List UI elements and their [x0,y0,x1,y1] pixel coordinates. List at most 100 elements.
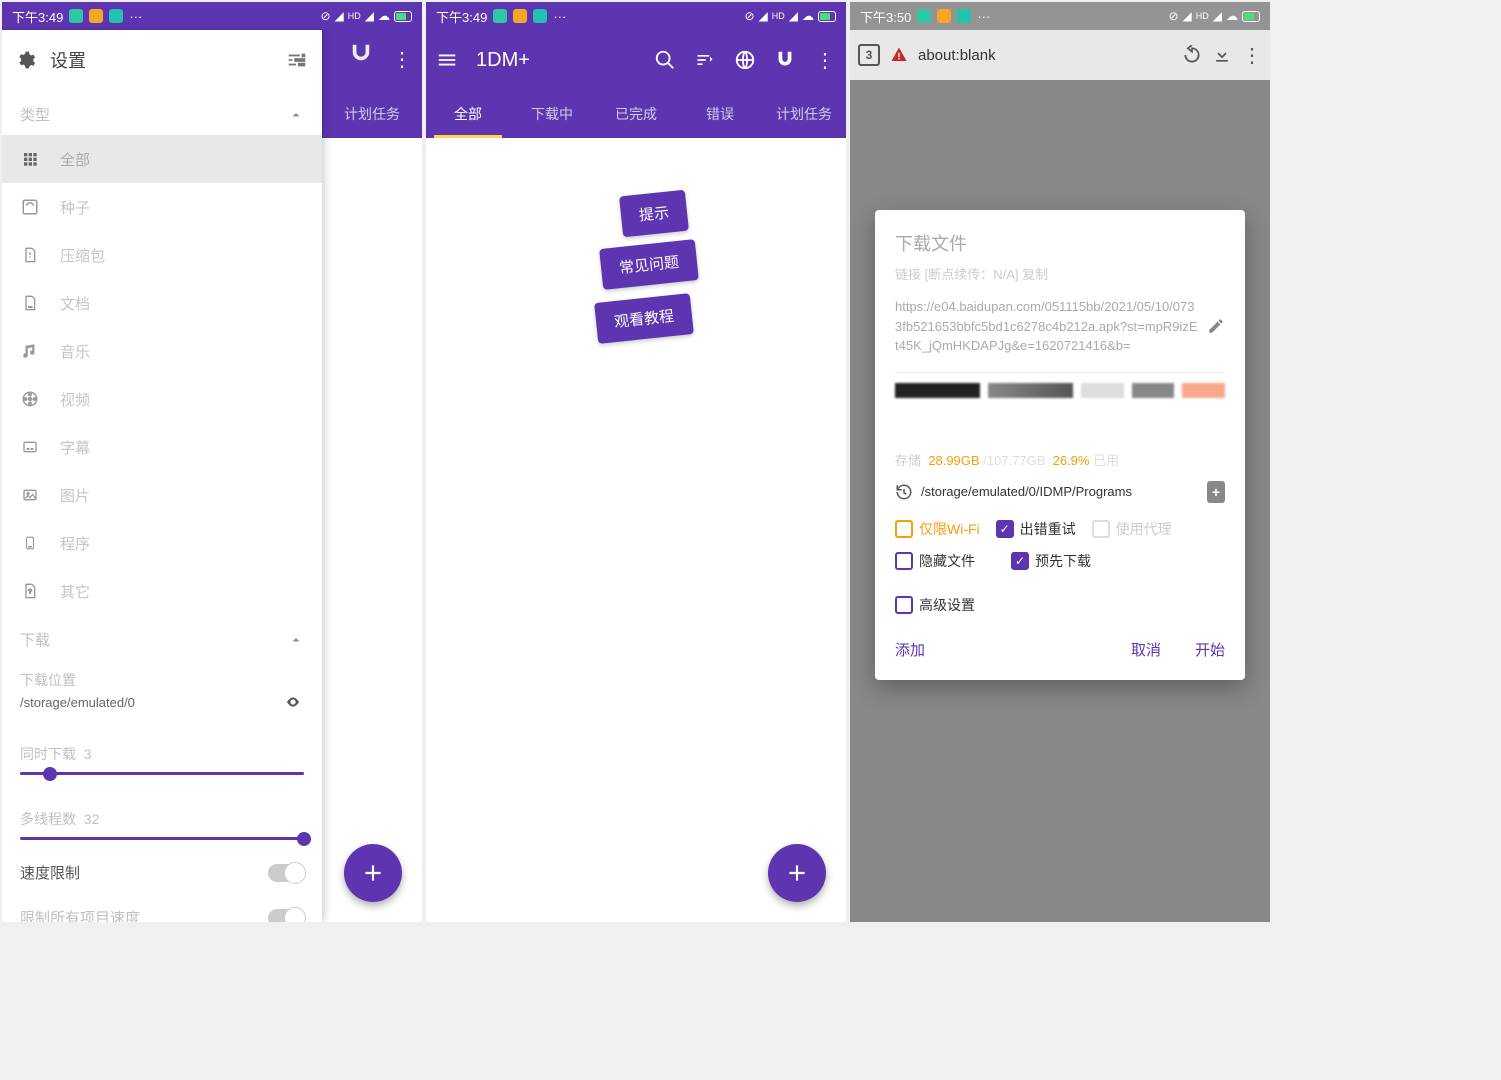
status-bar: 下午3:50 ··· ⊘ ◢ HD ◢ ☁ [850,2,1270,30]
overflow-menu-icon[interactable]: ⋮ [392,47,412,72]
download-list-empty: 提示 常见问题 观看教程 [426,138,846,922]
sort-icon[interactable] [694,49,716,71]
magnet-icon[interactable] [350,42,372,64]
menu-icon[interactable] [436,49,458,71]
fab-add-button[interactable] [344,844,402,902]
overflow-menu-icon[interactable]: ⋮ [814,49,836,71]
notif-icon [917,9,931,23]
drawer-item-image[interactable]: 图片 [2,471,322,519]
thread-count[interactable]: 多线程数 32 [2,799,322,850]
tab-all[interactable]: 全部 [426,90,510,138]
drawer-item-video[interactable]: 视频 [2,375,322,423]
section-header-type[interactable]: 类型 [2,90,322,135]
fab-add-button[interactable] [768,844,826,902]
signal-icon: ◢ [365,9,374,23]
hint-chip-faq[interactable]: 常见问题 [599,239,699,290]
cancel-button[interactable]: 取消 [1131,639,1161,660]
hd-icon: HD [348,11,361,21]
notif-icon [513,9,527,23]
toggle-switch[interactable] [268,909,304,923]
settings-drawer: 设置 类型 全部 种子 压缩包 文档 音乐 视频 [2,30,322,922]
overflow-menu-icon[interactable]: ⋮ [1242,43,1262,68]
drawer-item-archive[interactable]: 压缩包 [2,231,322,279]
status-time: 下午3:49 [436,7,487,26]
grid-icon [20,149,40,169]
drawer-item-other[interactable]: ? 其它 [2,567,322,615]
url-bar[interactable]: about:blank [918,47,1172,64]
gear-icon[interactable] [16,50,36,70]
checkbox-predownload[interactable]: ✓预先下载 [1011,551,1091,571]
checkbox-wifi-only[interactable]: 仅限Wi-Fi [895,519,980,539]
chevron-up-icon [288,632,304,648]
edit-icon[interactable] [1207,317,1225,335]
no-sim-icon: ⊘ [320,9,330,23]
save-path-row[interactable]: /storage/emulated/0/IDMP/Programs + [895,481,1225,503]
tune-icon[interactable] [286,49,308,71]
globe-icon[interactable] [734,49,756,71]
signal-icon: ◢ [759,9,768,23]
notif-icon [493,9,507,23]
signal-icon: ◢ [1213,9,1222,23]
eye-icon[interactable] [282,694,304,710]
checkbox-advanced[interactable]: 高级设置 [895,595,975,615]
app-bar: 1DM+ ⋮ [426,30,846,90]
video-icon [20,389,40,409]
checkbox-retry[interactable]: ✓出错重试 [996,519,1076,539]
svg-text:?: ? [28,589,32,596]
drawer-item-torrent[interactable]: 种子 [2,183,322,231]
tab-downloading[interactable]: 下载中 [510,90,594,138]
add-folder-icon[interactable]: + [1207,481,1225,503]
checkbox-proxy: 使用代理 [1092,519,1172,539]
more-notif-icon: ··· [553,9,566,24]
history-icon[interactable] [895,483,913,501]
slider[interactable] [20,772,304,775]
concurrent-downloads[interactable]: 同时下载 3 [2,734,322,785]
magnet-icon[interactable] [774,49,796,71]
download-icon[interactable] [1212,45,1232,65]
dialog-title: 下载文件 [895,230,1225,256]
settings-title: 设置 [50,47,86,73]
no-sim-icon: ⊘ [1168,9,1178,23]
reload-icon[interactable] [1182,45,1202,65]
hd-icon: HD [1196,11,1209,21]
tab-scheduled[interactable]: 计划任务 [762,90,846,138]
status-time: 下午3:49 [12,7,63,26]
chevron-up-icon [288,107,304,123]
drawer-item-program[interactable]: 程序 [2,519,322,567]
tab-count-button[interactable]: 3 [858,44,880,66]
tab-done[interactable]: 已完成 [594,90,678,138]
hd-icon: HD [772,11,785,21]
hint-chip-tips[interactable]: 提示 [619,190,689,238]
checkbox-hide[interactable]: 隐藏文件 [895,551,995,571]
battery-icon [1242,11,1260,22]
drawer-header: 设置 [2,30,322,90]
signal-icon: ◢ [789,9,798,23]
search-icon[interactable] [654,49,676,71]
download-location[interactable]: 下载位置 /storage/emulated/0 [2,660,322,720]
browser-body: 下载文件 链接 [断点续传：N/A] 复制 https://e04.baidup… [850,80,1270,922]
hint-chip-tutorial[interactable]: 观看教程 [594,293,694,344]
drawer-item-doc[interactable]: 文档 [2,279,322,327]
section-header-download[interactable]: 下载 [2,615,322,660]
signal-icon: ◢ [1183,9,1192,23]
drawer-item-music[interactable]: 音乐 [2,327,322,375]
speed-limit-toggle[interactable]: 速度限制 [2,850,322,895]
storage-info: 存储 28.99GB /107.77GB 26.9% 已用 [895,450,1225,469]
more-notif-icon: ··· [129,9,142,24]
battery-icon [818,11,836,22]
dialog-subtitle: 链接 [断点续传：N/A] 复制 [895,264,1225,283]
tabs-bar: 全部 下载中 已完成 错误 计划任务 [426,90,846,138]
start-button[interactable]: 开始 [1195,639,1225,660]
download-url: https://e04.baidupan.com/051115bb/2021/0… [895,297,1225,356]
options-grid: 仅限Wi-Fi ✓出错重试 使用代理 隐藏文件 ✓预先下载 高级设置 [895,519,1225,615]
toggle-switch[interactable] [268,864,304,882]
phone-main: 下午3:49 ··· ⊘ ◢ HD ◢ ☁ 1DM+ ⋮ 全部 下载中 已完成 … [426,2,846,922]
limit-all-toggle[interactable]: 限制所有项目速度 [2,895,322,922]
drawer-item-all[interactable]: 全部 [2,135,322,183]
slider[interactable] [20,837,304,840]
tab-error[interactable]: 错误 [678,90,762,138]
download-dialog: 下载文件 链接 [断点续传：N/A] 复制 https://e04.baidup… [875,210,1245,680]
drawer-item-subtitle[interactable]: 字幕 [2,423,322,471]
add-button[interactable]: 添加 [895,639,925,660]
bg-tab-label[interactable]: 计划任务 [344,104,400,124]
